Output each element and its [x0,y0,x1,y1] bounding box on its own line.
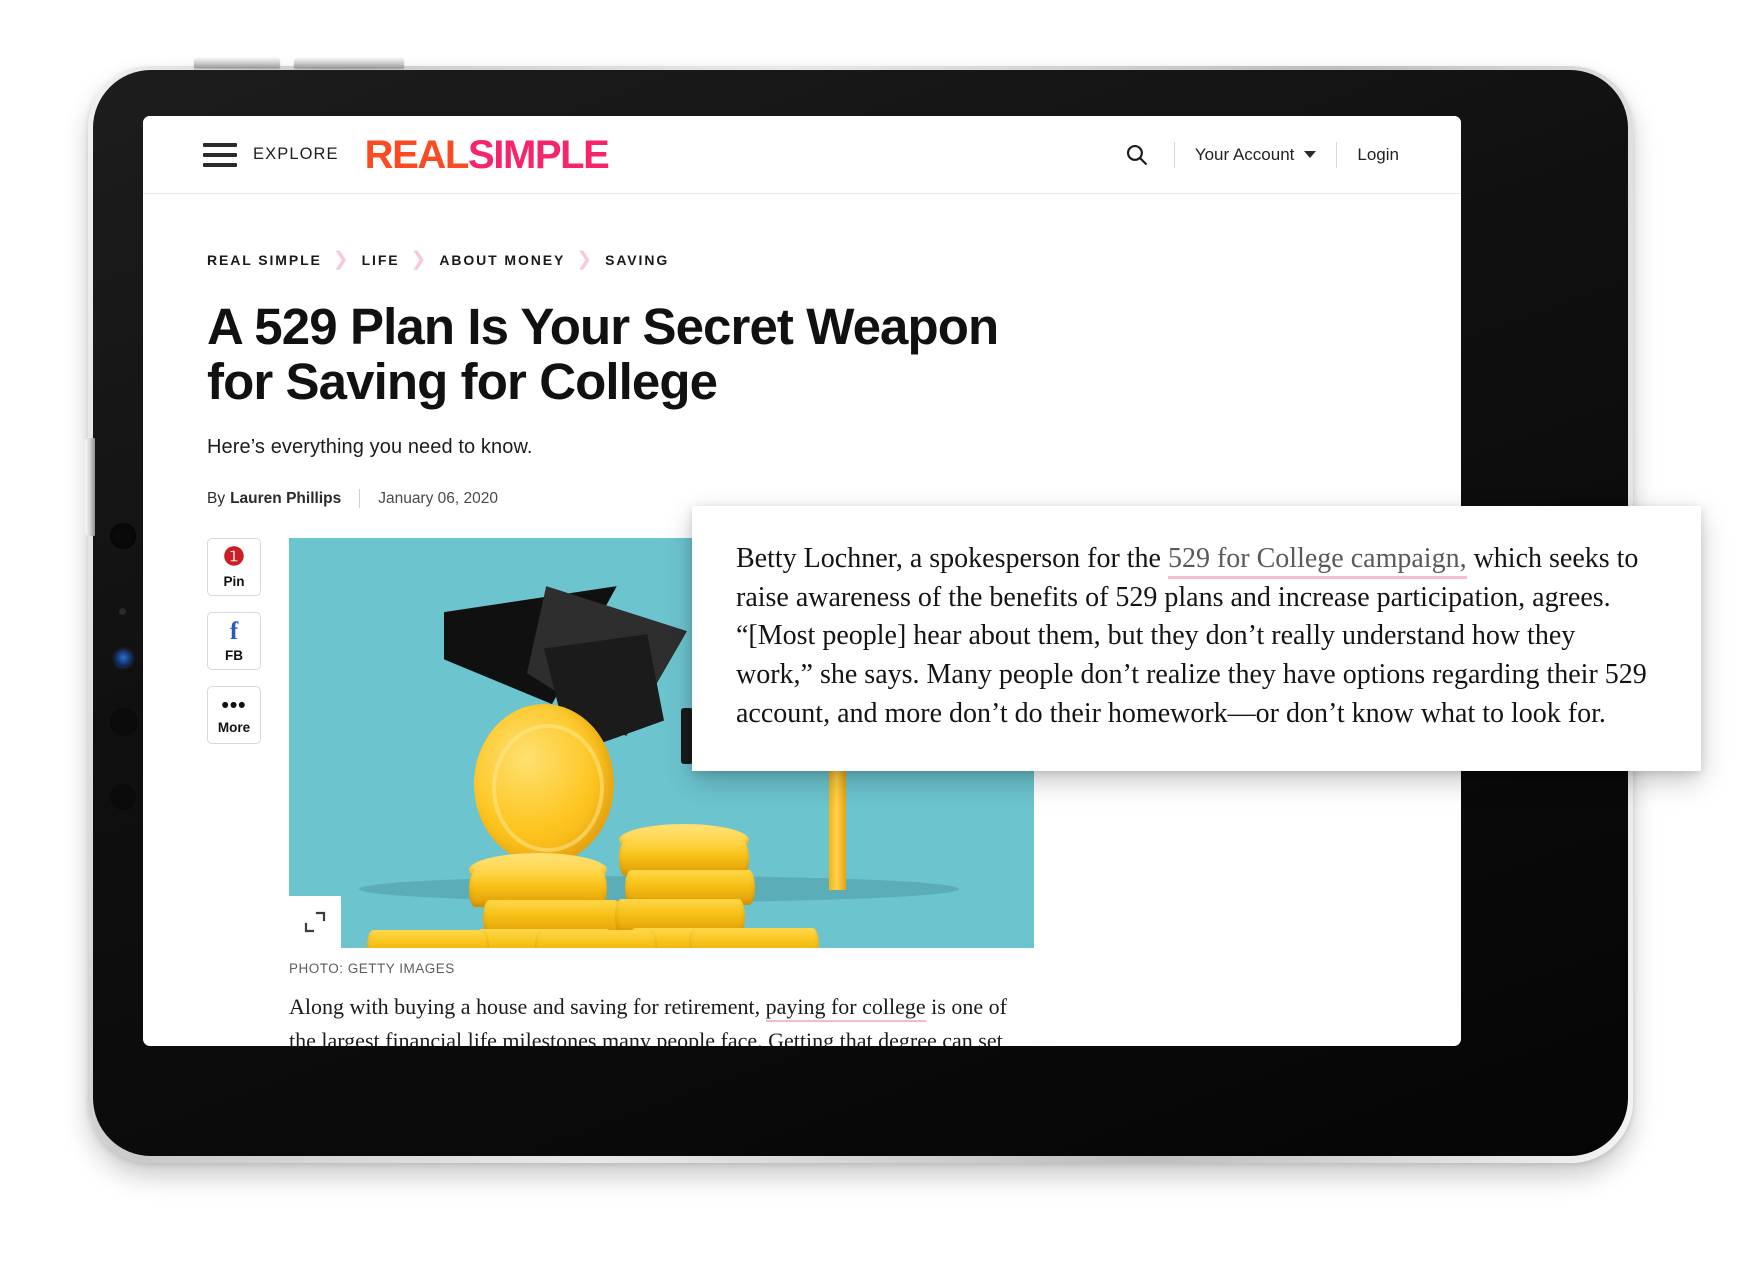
share-rail: ❶ Pin f FB ••• More [207,538,289,1046]
screenshot-stage: EXPLORE REALSIMPLE Your Account Login RE… [0,0,1752,1272]
529-for-college-campaign-link[interactable]: 529 for College campaign, [1167,543,1467,579]
search-icon[interactable] [1120,138,1154,172]
breadcrumb: REAL SIMPLE ❯ LIFE ❯ ABOUT MONEY ❯ SAVIN… [207,250,1397,269]
paying-for-college-link[interactable]: paying for college [765,994,926,1023]
power-button[interactable] [85,438,95,536]
byline-divider [359,489,361,509]
sensor-icon [110,708,138,736]
explore-label[interactable]: EXPLORE [253,145,339,164]
share-facebook-button[interactable]: f FB [207,612,261,671]
site-header: EXPLORE REALSIMPLE Your Account Login [143,116,1461,194]
breadcrumb-item-about-money[interactable]: ABOUT MONEY [439,252,565,268]
header-divider-2 [1336,141,1338,168]
article-paragraph: Along with buying a house and saving for… [289,990,1034,1046]
logo-word-real: REAL [364,132,470,177]
hamburger-menu-icon[interactable] [203,142,237,167]
publish-date: January 06, 2020 [378,489,498,507]
coin-icon-large [474,704,614,865]
status-led-icon [115,650,132,667]
microphone-icon [119,608,126,615]
breadcrumb-chevron-icon: ❯ [332,249,351,270]
share-more-button[interactable]: ••• More [207,686,261,745]
callout-text-before-link: Betty Lochner, a spokesperson for the [736,543,1168,574]
share-pinterest-button[interactable]: ❶ Pin [207,538,261,597]
your-account-label: Your Account [1194,144,1295,164]
byline-prefix: By [207,489,226,507]
volume-down-button[interactable] [294,57,404,68]
callout-overlay: Betty Lochner, a spokesperson for the 52… [692,506,1701,772]
facebook-icon: f [229,618,239,646]
article-dek: Here’s everything you need to know. [207,436,533,459]
more-options-icon: ••• [221,694,247,718]
pinterest-icon: ❶ [222,543,246,572]
breadcrumb-chevron-icon: ❯ [410,249,429,270]
logo-word-simple: SIMPLE [467,132,610,177]
author-link[interactable]: Lauren Phillips [230,490,341,508]
ambient-light-sensor-icon [110,784,136,810]
share-more-label: More [217,720,251,736]
your-account-menu[interactable]: Your Account [1195,145,1317,165]
photo-credit: PHOTO: GETTY IMAGES [289,961,455,977]
login-link[interactable]: Login [1357,145,1399,165]
chevron-down-icon [1304,151,1317,158]
site-logo[interactable]: REALSIMPLE [364,132,610,177]
breadcrumb-chevron-icon: ❯ [576,249,595,270]
page-title: A 529 Plan Is Your Secret Weapon for Sav… [207,298,999,411]
header-left-group: EXPLORE REALSIMPLE [203,132,610,177]
expand-image-icon[interactable] [289,896,341,949]
share-facebook-label: FB [225,648,243,664]
share-pinterest-label: Pin [223,574,245,590]
header-right-group: Your Account Login [1120,138,1399,172]
breadcrumb-item-life[interactable]: LIFE [362,252,400,268]
paragraph-text-before-link: Along with buying a house and saving for… [289,994,766,1020]
header-divider-1 [1173,141,1175,168]
volume-up-button[interactable] [194,57,280,68]
breadcrumb-item-saving[interactable]: SAVING [605,252,669,268]
breadcrumb-item-real-simple[interactable]: REAL SIMPLE [207,252,322,268]
front-camera-icon [110,523,136,549]
